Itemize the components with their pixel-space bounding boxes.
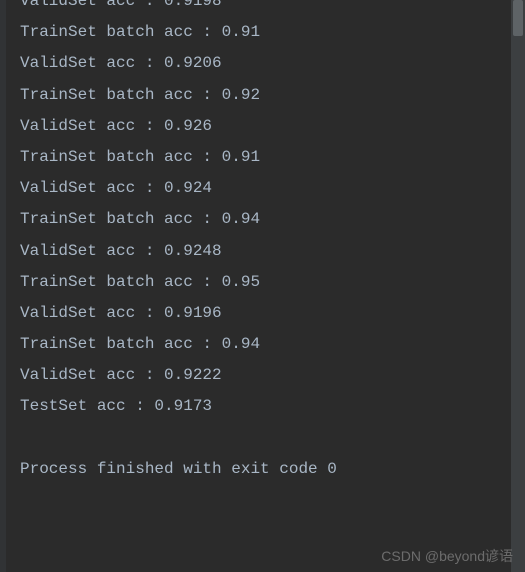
log-line: ValidSet acc : 0.9198 [20, 0, 525, 17]
log-line: TestSet acc : 0.9173 [20, 391, 525, 422]
watermark: CSDN @beyond谚语 [381, 546, 513, 566]
console-output: ValidSet acc : 0.9198 TrainSet batch acc… [0, 0, 525, 485]
log-line: TrainSet batch acc : 0.94 [20, 329, 525, 360]
log-line: ValidSet acc : 0.926 [20, 111, 525, 142]
log-line: TrainSet batch acc : 0.95 [20, 267, 525, 298]
blank-line [20, 423, 525, 454]
log-line: TrainSet batch acc : 0.91 [20, 17, 525, 48]
log-line: ValidSet acc : 0.9206 [20, 48, 525, 79]
log-line: ValidSet acc : 0.9196 [20, 298, 525, 329]
log-line: TrainSet batch acc : 0.91 [20, 142, 525, 173]
exit-message: Process finished with exit code 0 [20, 454, 525, 485]
scrollbar-thumb[interactable] [513, 0, 523, 36]
log-line: TrainSet batch acc : 0.94 [20, 204, 525, 235]
log-line: ValidSet acc : 0.924 [20, 173, 525, 204]
log-line: TrainSet batch acc : 0.92 [20, 80, 525, 111]
scrollbar-track[interactable] [511, 0, 525, 572]
log-line: ValidSet acc : 0.9222 [20, 360, 525, 391]
log-line: ValidSet acc : 0.9248 [20, 236, 525, 267]
